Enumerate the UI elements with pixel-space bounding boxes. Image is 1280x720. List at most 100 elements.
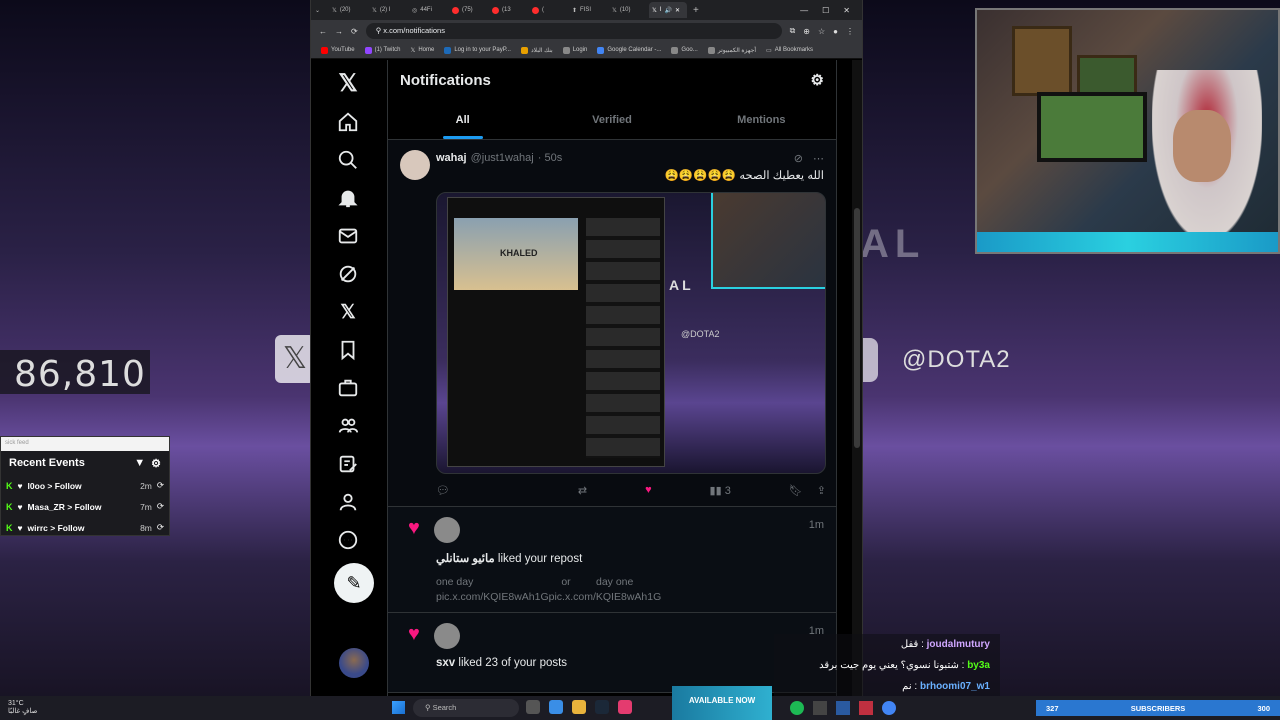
x-icon: 𝕏: [612, 7, 617, 14]
profile-icon[interactable]: [333, 487, 363, 517]
bookmark-item[interactable]: YouTube: [321, 46, 355, 54]
articles-icon[interactable]: [333, 449, 363, 479]
scrollbar[interactable]: [852, 60, 862, 696]
premium-x-icon[interactable]: 𝕏: [333, 297, 363, 327]
gear-icon[interactable]: ⚙: [151, 457, 161, 470]
task-view-icon[interactable]: [526, 700, 540, 714]
star-icon[interactable]: ☆: [818, 27, 825, 36]
mail-icon[interactable]: [333, 221, 363, 251]
bookmark-item[interactable]: Goo...: [671, 46, 698, 54]
file-explorer-icon[interactable]: [572, 700, 586, 714]
maximize-icon[interactable]: ☐: [822, 6, 829, 15]
browser-tab[interactable]: (13: [489, 2, 527, 18]
app-icon[interactable]: [813, 701, 827, 715]
browser-tab[interactable]: (: [529, 2, 567, 18]
steam-icon[interactable]: [595, 700, 609, 714]
back-icon[interactable]: ←: [319, 27, 327, 36]
browser-tab[interactable]: ◎ 44Fi: [409, 2, 447, 18]
replay-icon[interactable]: ⟳: [157, 480, 164, 491]
notification-avatar[interactable]: [434, 623, 460, 649]
browser-tab[interactable]: 𝕏 (20): [329, 2, 367, 18]
x-icon: 𝕏: [332, 7, 337, 14]
compose-post-button[interactable]: ✎: [334, 563, 374, 603]
reload-icon[interactable]: ⟳: [351, 27, 358, 36]
bookmark-item[interactable]: 𝕏 Home: [410, 47, 434, 54]
search-icon[interactable]: [333, 145, 363, 175]
audio-icon[interactable]: 🔊: [665, 7, 672, 14]
tab-verified[interactable]: Verified: [537, 100, 686, 139]
notification-user[interactable]: مائيو ستانلي: [436, 553, 495, 565]
tab-mentions[interactable]: Mentions: [687, 100, 836, 139]
close-window-icon[interactable]: ✕: [843, 6, 850, 15]
menu-icon[interactable]: ⋮: [846, 27, 854, 36]
minimize-icon[interactable]: —: [800, 6, 808, 15]
browser-tab[interactable]: 𝕏 (2) I: [369, 2, 407, 18]
app-icon[interactable]: [859, 701, 873, 715]
bookmark-item[interactable]: أجهزة الكمبيوتر: [707, 46, 756, 54]
tab-all[interactable]: All: [388, 100, 537, 139]
post-card[interactable]: wahaj @just1wahaj · 50s ⊘ ⋯ الله يعطيك ال…: [388, 140, 836, 507]
tab-search-icon[interactable]: ⌄: [315, 7, 327, 14]
more-icon[interactable]: [333, 525, 363, 555]
weather-widget[interactable]: 31°C صافٍ غالبًا: [0, 700, 70, 716]
notification-item[interactable]: ♥ 1m sxv liked 23 of your posts: [388, 613, 836, 693]
bell-icon[interactable]: [333, 183, 363, 213]
bookmark-item[interactable]: Log in to your PayP...: [444, 46, 511, 54]
home-icon[interactable]: [333, 107, 363, 137]
new-tab-button[interactable]: +: [689, 5, 703, 16]
url-input[interactable]: ⚲ x.com/notifications: [365, 23, 782, 39]
bookmark-icon[interactable]: [333, 335, 363, 365]
app-icon[interactable]: [618, 700, 632, 714]
notification-user[interactable]: sxv: [436, 657, 455, 669]
post-handle[interactable]: @just1wahaj: [471, 152, 534, 164]
close-icon[interactable]: ✕: [675, 7, 680, 14]
extensions-icon[interactable]: ⧉: [790, 26, 796, 36]
bookmark-post-icon[interactable]: 🔖︎: [789, 484, 803, 497]
reply-icon[interactable]: 💬︎: [436, 484, 450, 497]
communities-icon[interactable]: [333, 411, 363, 441]
replay-icon[interactable]: ⟳: [157, 501, 164, 512]
app-icon[interactable]: [836, 701, 850, 715]
post-author[interactable]: wahaj: [436, 152, 467, 164]
zoom-icon[interactable]: ⊕: [803, 27, 810, 36]
browser-tab-active[interactable]: 𝕏 I 🔊 ✕: [649, 2, 687, 18]
repost-icon[interactable]: ⇄: [578, 484, 587, 497]
grok-explain-icon[interactable]: ⊘: [794, 152, 803, 165]
bookmark-item[interactable]: Google Calendar -...: [597, 46, 661, 54]
spotify-icon[interactable]: [790, 701, 804, 715]
weather-condition: صافٍ غالبًا: [8, 708, 38, 715]
post-avatar[interactable]: [400, 150, 430, 180]
briefcase-icon[interactable]: [333, 373, 363, 403]
chrome-icon[interactable]: [882, 701, 896, 715]
views-button[interactable]: ▮▮ 3: [710, 484, 731, 497]
notification-avatar[interactable]: [434, 517, 460, 543]
copilot-icon[interactable]: [549, 700, 563, 714]
all-bookmarks[interactable]: ▭ All Bookmarks: [766, 47, 813, 54]
post-media-image[interactable]: KHALED AL @DOTA2: [436, 192, 826, 474]
post-time[interactable]: · 50s: [538, 152, 562, 164]
grok-icon[interactable]: [333, 259, 363, 289]
events-search[interactable]: sick feed: [1, 437, 169, 451]
share-icon[interactable]: ⇪: [817, 484, 826, 497]
settings-gear-icon[interactable]: ⚙: [811, 71, 824, 89]
like-icon[interactable]: ♥: [645, 484, 652, 497]
more-options-icon[interactable]: ⋯: [813, 152, 824, 165]
windows-start-icon[interactable]: [392, 701, 405, 714]
browser-tab[interactable]: ⬆ FISI: [569, 2, 607, 18]
bookmark-item[interactable]: Login: [562, 46, 587, 54]
notification-item[interactable]: ♥ 1m مائيو ستانلي liked your repost one …: [388, 507, 836, 613]
sub-label: SUBSCRIBERS: [1130, 703, 1186, 713]
account-avatar[interactable]: [339, 648, 369, 678]
browser-tab[interactable]: (75): [449, 2, 487, 18]
taskbar-apps: [526, 700, 632, 714]
forward-icon[interactable]: →: [335, 27, 343, 36]
replay-icon[interactable]: ⟳: [157, 522, 164, 533]
bookmark-item[interactable]: (1) Twitch: [364, 46, 400, 54]
bookmark-item[interactable]: بنك البلاد: [520, 46, 553, 54]
browser-tab[interactable]: 𝕏 (10): [609, 2, 647, 18]
profile-icon[interactable]: ●: [833, 27, 838, 36]
taskbar-search[interactable]: ⚲ Search: [413, 699, 519, 717]
filter-icon[interactable]: ▼: [134, 457, 145, 470]
x-logo-icon[interactable]: 𝕏: [333, 68, 363, 98]
scrollbar-thumb[interactable]: [854, 208, 860, 448]
